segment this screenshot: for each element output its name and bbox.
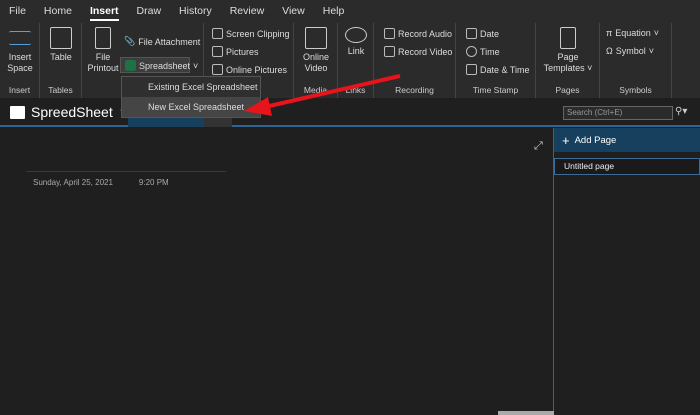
calendar-icon	[466, 28, 477, 39]
notebook-bar: SpreedSheet▼ Search (Ctrl+E) ⚲▾	[0, 98, 700, 127]
tab-insert[interactable]: Insert	[81, 0, 128, 23]
group-media: Online Video Media	[294, 23, 338, 98]
pages-pane: + Add Page Untitled page	[553, 128, 700, 415]
group-tables: Table Tables	[40, 23, 82, 98]
screen-clipping-icon	[212, 28, 223, 39]
group-pages: Page Templates ˅ Pages	[536, 23, 600, 98]
plus-icon: +	[562, 132, 570, 148]
symbol-button[interactable]: Ω Symbol ˅	[606, 46, 654, 56]
group-label: Insert	[8, 85, 31, 95]
search-icon[interactable]: ⚲▾	[675, 106, 687, 117]
ribbon: Insert Space Insert Table Tables File Pr…	[0, 23, 700, 98]
insert-space-icon	[9, 31, 31, 45]
ribbon-tabs: File Home Insert Draw History Review Vie…	[0, 0, 700, 23]
insert-space-button[interactable]: Insert Space	[3, 27, 37, 74]
tab-draw[interactable]: Draw	[128, 0, 171, 23]
online-video-icon	[305, 27, 327, 49]
link-button[interactable]: Link	[340, 27, 372, 57]
add-page-button[interactable]: + Add Page	[554, 128, 700, 152]
record-video-button[interactable]: Record Video	[384, 46, 452, 57]
group-label: Media	[303, 85, 328, 95]
omega-icon: Ω	[606, 46, 613, 56]
page-time: 9:20 PM	[138, 178, 169, 187]
table-icon	[50, 27, 72, 49]
file-printout-button[interactable]: File Printout	[85, 27, 121, 74]
video-camera-icon	[384, 46, 395, 57]
file-attachment-button[interactable]: 📎 File Attachment	[124, 36, 200, 47]
group-label: Tables	[48, 85, 73, 95]
group-label: Time Stamp	[472, 85, 519, 95]
excel-icon	[125, 60, 136, 71]
date-time-button[interactable]: Date & Time	[466, 64, 530, 75]
search-input[interactable]: Search (Ctrl+E)	[563, 106, 673, 120]
time-button[interactable]: Time	[466, 46, 500, 57]
link-icon	[345, 27, 367, 43]
tab-file[interactable]: File	[0, 0, 35, 23]
page-date: Sunday, April 25, 2021	[33, 178, 113, 187]
online-pictures-button[interactable]: Online Pictures	[212, 64, 287, 75]
record-audio-button[interactable]: Record Audio	[384, 28, 452, 39]
group-links: Link Links	[338, 23, 374, 98]
group-label: Symbols	[619, 85, 652, 95]
spreadsheet-button[interactable]: Spreadsheet ˅	[120, 57, 198, 73]
group-symbols: π Equation ˅ Ω Symbol ˅ Symbols	[600, 23, 672, 98]
page-metadata: Sunday, April 25, 2021 9:20 PM	[26, 171, 226, 187]
expand-icon[interactable]: ⤢	[534, 140, 543, 153]
group-recording: Record Audio Record Video Recording	[374, 23, 456, 98]
group-insert: Insert Space Insert	[0, 23, 40, 98]
pictures-button[interactable]: Pictures	[212, 46, 259, 57]
clock-icon	[466, 46, 477, 57]
tab-review[interactable]: Review	[221, 0, 273, 23]
notebook-icon	[10, 105, 25, 119]
menu-item-new-spreadsheet[interactable]: New Excel Spreadsheet	[122, 97, 260, 117]
group-label: Pages	[555, 85, 580, 95]
notebook-selector[interactable]: SpreedSheet▼	[10, 104, 128, 120]
page-list-item[interactable]: Untitled page	[554, 158, 700, 175]
date-button[interactable]: Date	[466, 28, 499, 39]
paperclip-icon: 📎	[124, 36, 136, 46]
spreadsheet-dropdown-menu: Existing Excel Spreadsheet New Excel Spr…	[121, 76, 261, 118]
pi-icon: π	[606, 28, 613, 38]
online-pictures-icon	[212, 64, 223, 75]
pictures-icon	[212, 46, 223, 57]
file-printout-icon	[95, 27, 111, 49]
tab-help[interactable]: Help	[314, 0, 354, 23]
scrollbar[interactable]	[498, 411, 554, 415]
tab-home[interactable]: Home	[35, 0, 81, 23]
group-timestamp: Date Time Date & Time Time Stamp	[456, 23, 536, 98]
group-label: Recording	[395, 85, 434, 95]
equation-button[interactable]: π Equation ˅	[606, 28, 659, 38]
table-button[interactable]: Table	[44, 27, 78, 63]
tab-history[interactable]: History	[170, 0, 221, 23]
page-templates-button[interactable]: Page Templates ˅	[540, 27, 596, 74]
menu-item-existing-spreadsheet[interactable]: Existing Excel Spreadsheet	[122, 77, 260, 97]
group-label: Links	[345, 85, 366, 95]
online-video-button[interactable]: Online Video	[298, 27, 334, 74]
calendar-clock-icon	[466, 64, 477, 75]
tab-view[interactable]: View	[273, 0, 314, 23]
microphone-icon	[384, 28, 395, 39]
page-icon	[560, 27, 576, 49]
screen-clipping-button[interactable]: Screen Clipping	[212, 28, 290, 39]
